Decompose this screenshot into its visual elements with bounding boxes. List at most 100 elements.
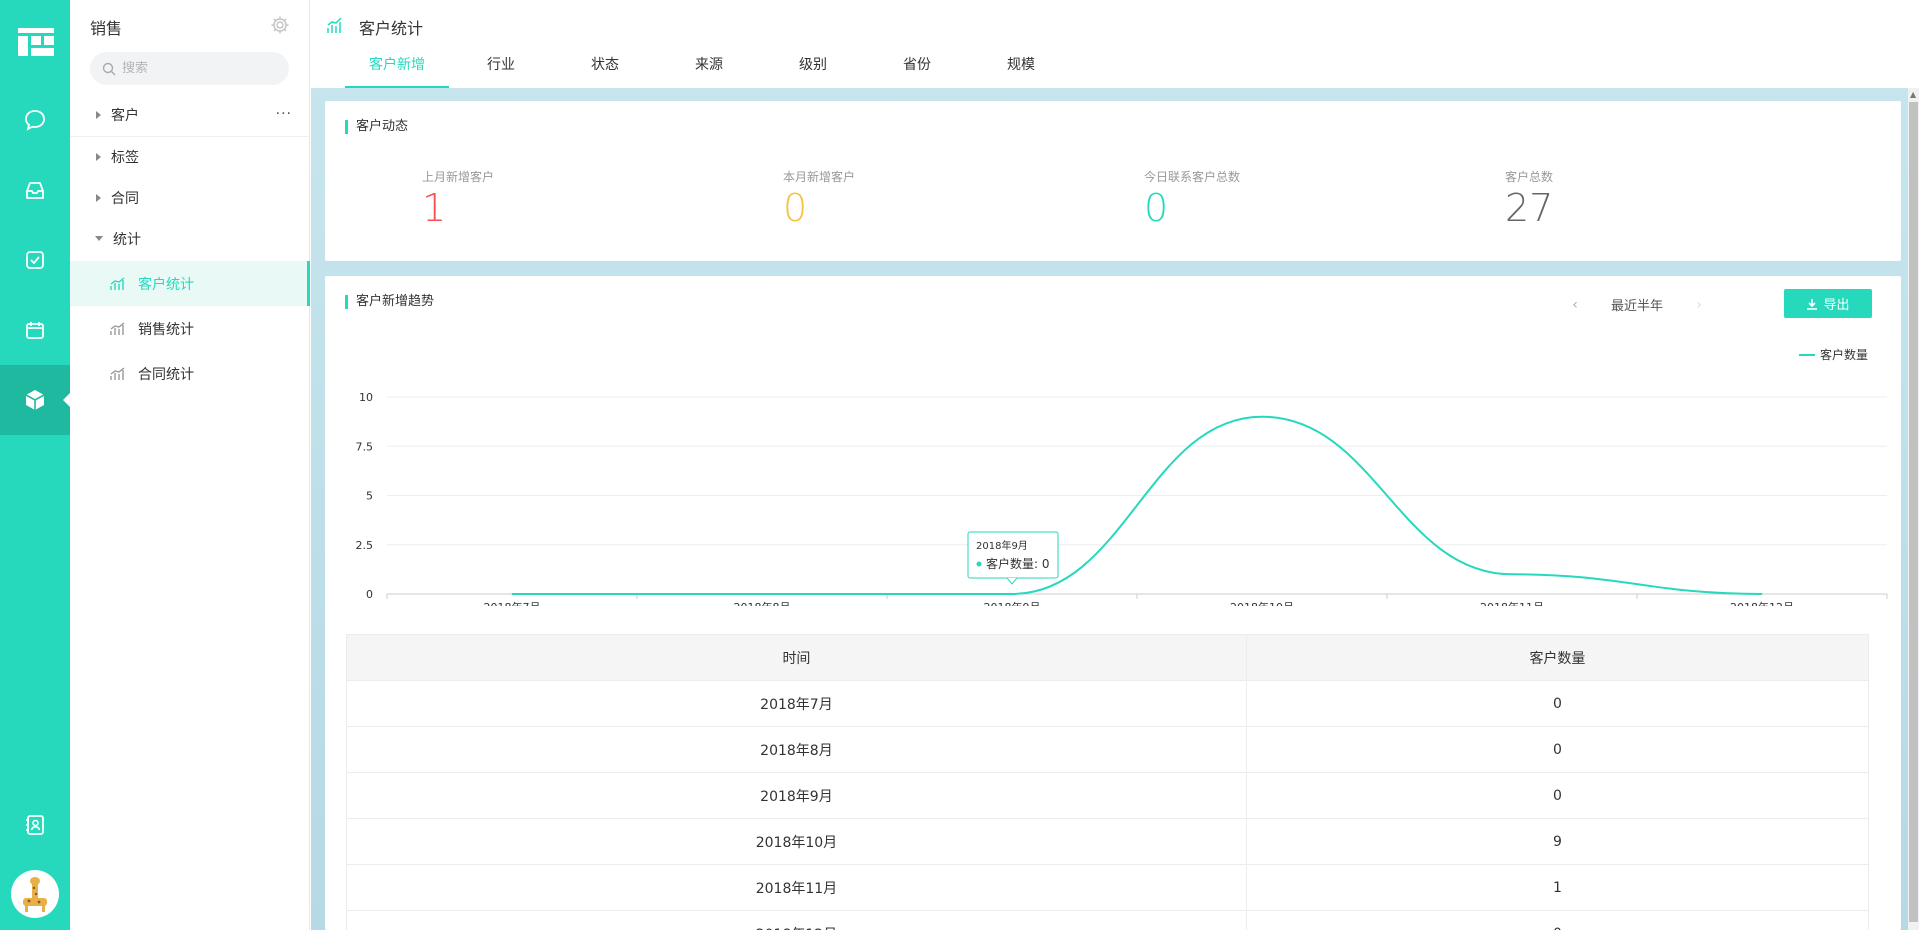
chart-tooltip <box>967 531 1059 579</box>
data-point <box>1011 593 1013 595</box>
giraffe-avatar-icon <box>23 877 47 912</box>
table-row: 2018年8月 0 <box>346 726 1870 773</box>
trend-data-table: 时间 客户数量 2018年7月 0 2018年8月 0 2018年9月 0 2018年10月… <box>346 634 1870 930</box>
cell-count: 0 <box>1245 726 1870 773</box>
scrollbar-thumb[interactable] <box>1909 102 1918 922</box>
task-check-icon <box>26 251 44 269</box>
inbox-icon <box>26 182 44 199</box>
tab-scale[interactable]: 规模 <box>969 50 1073 88</box>
series-line-customer-count <box>512 415 1763 595</box>
table-header-row: 时间 客户数量 <box>346 634 1870 681</box>
tab-source[interactable]: 来源 <box>657 50 761 88</box>
data-point <box>1261 416 1263 418</box>
stat-label: 本月新增客户 <box>783 170 856 184</box>
stat-total-customers: 客户总数 27 <box>1505 168 1553 229</box>
rail-contacts[interactable] <box>0 790 70 860</box>
tree-group-label: 客户 <box>111 107 139 124</box>
cell-count: 0 <box>1245 772 1870 819</box>
table-row: 2018年9月 0 <box>346 772 1870 819</box>
data-point <box>1511 573 1513 575</box>
stat-label: 客户总数 <box>1505 170 1554 184</box>
app-rail <box>0 0 70 930</box>
table-row: 2018年11月 1 <box>346 864 1870 911</box>
y-tick-label: 0 <box>366 588 373 601</box>
rail-tasks[interactable] <box>0 225 70 295</box>
more-icon[interactable]: ··· <box>276 106 292 122</box>
sidebar-item-sales-stats[interactable]: 销售统计 <box>70 306 310 351</box>
tab-province[interactable]: 省份 <box>865 50 969 88</box>
bar-chart-icon <box>110 366 125 380</box>
card-title: 客户动态 <box>345 120 408 134</box>
tab-level[interactable]: 级别 <box>761 50 865 88</box>
caret-right-icon <box>96 193 101 202</box>
x-tick-label: 2018年10月 <box>1230 600 1294 606</box>
cell-count: 0 <box>1245 910 1870 930</box>
cell-month: 2018年10月 <box>346 818 1247 865</box>
data-point <box>1761 593 1763 595</box>
tree-group-label: 合同 <box>111 190 139 207</box>
tree-group-tags[interactable]: 标签 <box>70 136 310 177</box>
sidebar-item-customer-stats[interactable]: 客户统计 <box>70 261 310 306</box>
sidebar-item-label: 合同统计 <box>138 366 194 383</box>
sidebar-item-label: 销售统计 <box>138 321 194 338</box>
tree-group-label: 标签 <box>111 149 139 166</box>
tooltip-value: 客户数量: 0 <box>986 556 1050 571</box>
main-content: 客户统计 客户新增 行业 状态 来源 级别 省份 规模 客户动态 上月新增客户 … <box>311 0 1919 930</box>
cell-month: 2018年8月 <box>346 726 1247 773</box>
customer-dynamics-card: 客户动态 上月新增客户 1 本月新增客户 0 今日联系客户总数 0 客户总数 2… <box>325 101 1901 261</box>
column-header: 客户数量 <box>1245 634 1870 681</box>
rail-messages[interactable] <box>0 85 70 155</box>
stat-value: 27 <box>1505 186 1554 230</box>
rail-calendar[interactable] <box>0 295 70 365</box>
page-scrollbar[interactable]: ▲ <box>1908 88 1919 930</box>
tree-group-statistics[interactable]: 统计 <box>70 218 310 259</box>
bar-chart-icon <box>327 17 342 33</box>
search-icon <box>102 62 116 75</box>
page-title: 客户统计 <box>359 19 424 38</box>
tooltip-marker <box>976 561 982 567</box>
table-row: 2018年10月 9 <box>346 818 1870 865</box>
module-title: 销售 <box>90 19 123 38</box>
y-tick-label: 10 <box>359 391 373 404</box>
gear-icon[interactable] <box>270 15 290 35</box>
x-tick-label: 2018年8月 <box>734 600 791 606</box>
cell-month: 2018年9月 <box>346 772 1247 819</box>
tab-new-customers[interactable]: 客户新增 <box>345 50 449 88</box>
stat-last-month-new: 上月新增客户 1 <box>422 168 494 229</box>
x-tick-label: 2018年11月 <box>1480 600 1544 606</box>
tooltip-title: 2018年9月 <box>976 539 1028 552</box>
scroll-up-icon[interactable]: ▲ <box>1910 90 1916 99</box>
y-tick-label: 7.5 <box>356 440 374 453</box>
tab-status[interactable]: 状态 <box>553 50 657 88</box>
stat-value: 1 <box>422 186 447 230</box>
tree-group-contracts[interactable]: 合同 <box>70 177 310 218</box>
tab-industry[interactable]: 行业 <box>449 50 553 88</box>
table-row: 2018年12月0 <box>346 910 1870 930</box>
x-tick-label: 2018年12月 <box>1730 600 1794 606</box>
rail-crm[interactable] <box>0 365 70 435</box>
bar-chart-icon <box>110 321 125 335</box>
tooltip-pointer <box>1006 577 1018 585</box>
rail-inbox[interactable] <box>0 155 70 225</box>
calendar-icon <box>26 322 44 339</box>
column-header: 时间 <box>346 634 1247 681</box>
sidebar-item-contract-stats[interactable]: 合同统计 <box>70 351 310 396</box>
cell-month: 2018年12月 <box>346 910 1247 930</box>
caret-right-icon <box>96 152 101 161</box>
tab-bar: 客户新增 行业 状态 来源 级别 省份 规模 <box>345 50 1073 88</box>
caret-down-icon <box>95 236 103 241</box>
stat-value: 0 <box>783 186 808 230</box>
tree-group-customers[interactable]: 客户 ··· <box>70 94 310 135</box>
app-logo-icon[interactable] <box>18 28 54 56</box>
module-sidebar: 销售 客户 ··· 标签 合同 统计 客户统计 销售统计 合同统计 <box>70 0 310 930</box>
search-input[interactable] <box>122 61 282 76</box>
sidebar-search[interactable] <box>90 52 289 85</box>
x-tick-label: 2018年7月 <box>484 600 541 606</box>
stat-label: 上月新增客户 <box>422 170 495 184</box>
y-tick-label: 5 <box>366 490 373 503</box>
cell-month: 2018年7月 <box>346 680 1247 727</box>
contacts-icon <box>26 815 44 835</box>
user-avatar[interactable] <box>11 870 59 918</box>
cell-month: 2018年11月 <box>346 864 1247 911</box>
cell-count: 9 <box>1245 818 1870 865</box>
